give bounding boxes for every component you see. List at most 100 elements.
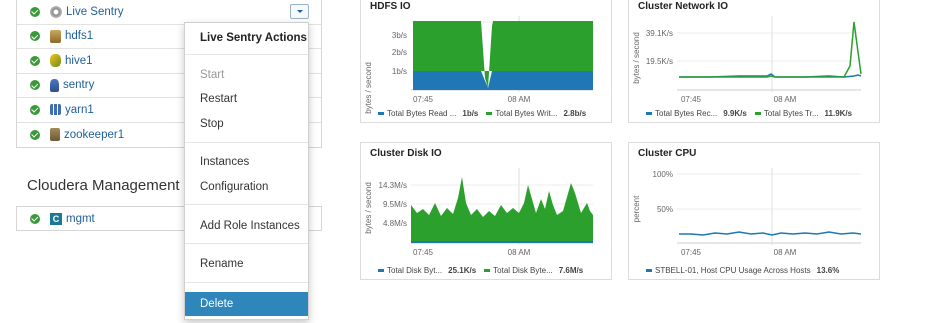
y-axis-label: bytes / second (632, 32, 641, 84)
legend-name[interactable]: Total Disk Byte... (493, 266, 553, 275)
menu-item-instances[interactable]: Instances (185, 151, 308, 173)
hive-icon (50, 54, 61, 68)
live-sentry-icon (50, 5, 62, 18)
menu-item-configuration[interactable]: Configuration (185, 176, 308, 198)
legend-name[interactable]: Total Disk Byt... (387, 266, 442, 275)
legend-swatch (486, 112, 493, 115)
legend-value: 2.8b/s (563, 109, 587, 118)
y-tick: 9.5M/s (383, 200, 407, 209)
service-row-live-sentry: Live Sentry (17, 0, 321, 25)
status-good-icon (30, 80, 40, 91)
cluster-disk-io-chart: bytes / second 14.3M/s 9.5M/s 4.8M/s 07:… (364, 168, 593, 257)
disk-read-series-area (411, 241, 593, 243)
menu-divider (185, 142, 308, 143)
x-tick: 08 AM (508, 248, 531, 257)
x-tick: 07:45 (413, 248, 434, 257)
legend-swatch (754, 112, 761, 115)
read-series-area (413, 71, 593, 90)
y-tick: 14.3M/s (379, 181, 407, 190)
status-good-icon (30, 55, 40, 66)
y-tick: 2b/s (392, 48, 407, 57)
service-link-zookeeper1[interactable]: zookeeper1 (64, 129, 124, 141)
legend-value: 7.6M/s (558, 266, 584, 275)
y-tick: 100% (653, 170, 673, 179)
legend-name[interactable]: Total Bytes Writ... (495, 109, 557, 118)
status-good-icon (30, 129, 40, 140)
x-tick: 07:45 (681, 248, 702, 257)
y-axis-label: bytes / second (364, 62, 373, 114)
cloudera-manager-icon: C (50, 212, 62, 225)
service-link-hdfs1[interactable]: hdfs1 (65, 30, 93, 42)
x-tick: 07:45 (681, 95, 702, 104)
legend-swatch (378, 112, 384, 115)
x-tick: 08 AM (508, 95, 531, 104)
y-tick: 1b/s (392, 67, 407, 76)
disk-write-series-area (411, 177, 593, 243)
chart-legend: STBELL-01, Host CPU Usage Across Hosts 1… (646, 266, 839, 275)
zookeeper-icon (50, 128, 60, 142)
chart-panel-hdfs-io: HDFS IO bytes / second 3b/s 2b/s 1b/s 07… (360, 0, 612, 123)
transmit-series-line (679, 21, 862, 78)
legend-name[interactable]: Total Bytes Read ... (387, 109, 456, 118)
y-axis-label: percent (632, 195, 641, 222)
hdfs-icon (50, 29, 61, 43)
hdfs-io-chart: bytes / second 3b/s 2b/s 1b/s 07:45 08 A… (364, 16, 593, 114)
y-axis-label: bytes / second (364, 182, 373, 234)
menu-header: Live Sentry Actions (200, 32, 307, 44)
legend-value: 11.9K/s (824, 109, 853, 118)
menu-divider (185, 243, 308, 244)
menu-item-stop[interactable]: Stop (185, 113, 308, 135)
cluster-cpu-chart: percent 100% 50% 07:45 08 AM (632, 168, 862, 257)
service-link-sentry[interactable]: sentry (63, 79, 94, 91)
chart-panel-cluster-cpu: Cluster CPU percent 100% 50% 07:45 08 AM… (628, 142, 880, 280)
legend-value: 1b/s (462, 109, 479, 118)
menu-item-restart[interactable]: Restart (185, 88, 308, 110)
legend-swatch (378, 269, 384, 272)
service-link-live-sentry[interactable]: Live Sentry (66, 6, 124, 18)
menu-item-rename[interactable]: Rename (185, 253, 308, 275)
x-tick: 08 AM (774, 95, 797, 104)
legend-name[interactable]: Total Bytes Rec... (655, 109, 717, 118)
y-tick: 3b/s (392, 31, 407, 40)
legend-value: 25.1K/s (448, 266, 477, 275)
sentry-icon (50, 78, 59, 92)
status-good-icon (30, 6, 40, 17)
y-tick: 50% (657, 205, 673, 214)
menu-divider (185, 54, 308, 55)
legend-name[interactable]: STBELL-01, Host CPU Usage Across Hosts (655, 266, 811, 275)
y-tick: 19.5K/s (646, 57, 673, 66)
menu-divider (185, 204, 308, 205)
cpu-usage-series-line (679, 231, 862, 236)
legend-swatch (646, 269, 652, 272)
menu-item-delete[interactable]: Delete (185, 292, 308, 316)
chart-legend: Total Bytes Read ... 1b/s Total Bytes Wr… (378, 109, 586, 118)
legend-swatch (646, 112, 652, 115)
legend-name[interactable]: Total Bytes Tr... (764, 109, 819, 118)
status-good-icon (30, 104, 40, 115)
legend-value: 13.6% (816, 266, 840, 275)
cluster-network-io-chart: bytes / second 39.1K/s 19.5K/s 07:45 08 … (632, 16, 862, 104)
y-tick: 39.1K/s (646, 29, 673, 38)
legend-value: 9.9K/s (723, 109, 747, 118)
chart-legend: Total Bytes Rec... 9.9K/s Total Bytes Tr… (646, 109, 852, 118)
actions-dropdown-button[interactable] (290, 4, 309, 20)
chart-panel-cluster-network-io: Cluster Network IO bytes / second 39.1K/… (628, 0, 880, 123)
yarn-icon (50, 104, 61, 116)
x-tick: 07:45 (413, 95, 434, 104)
menu-item-add-role-instances[interactable]: Add Role Instances (185, 215, 308, 237)
page: Live Sentry hdfs1 hive1 sentry yarn1 zoo… (0, 0, 950, 323)
legend-swatch (484, 269, 491, 272)
menu-item-start: Start (200, 69, 225, 81)
chart-legend: Total Disk Byt... 25.1K/s Total Disk Byt… (378, 266, 583, 275)
service-link-mgmt[interactable]: mgmt (66, 213, 95, 225)
mgmt-section-title: Cloudera Management Se (27, 177, 203, 194)
service-link-hive1[interactable]: hive1 (65, 55, 93, 67)
y-tick: 4.8M/s (383, 219, 407, 228)
status-good-icon (30, 31, 40, 42)
chart-panel-cluster-disk-io: Cluster Disk IO bytes / second 14.3M/s 9… (360, 142, 612, 280)
menu-divider (185, 282, 308, 283)
status-good-icon (30, 213, 40, 224)
x-tick: 08 AM (774, 248, 797, 257)
service-actions-menu: Live Sentry Actions Start Restart Stop I… (184, 22, 309, 320)
service-link-yarn1[interactable]: yarn1 (65, 104, 94, 116)
